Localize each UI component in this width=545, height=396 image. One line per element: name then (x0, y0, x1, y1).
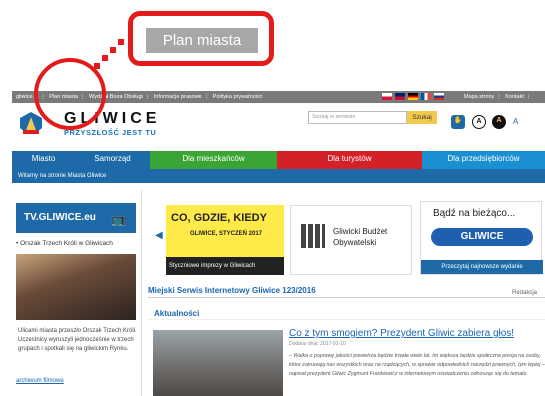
banner-newsletter[interactable]: Bądź na bieżąco... GLIWICE Przeczytaj na… (420, 201, 543, 275)
tab-dla-przedsiebiorcow[interactable]: Dla przedsiębiorców (422, 151, 545, 169)
news-date: Dodano dnia: 2017-01-10 (289, 341, 346, 347)
tab-miasto[interactable]: Miasto (12, 151, 75, 169)
fr-flag-icon[interactable] (421, 93, 431, 100)
sidebar-video-link[interactable]: • Orszak Trzech Króli w Gliwicach (16, 240, 140, 247)
search-button[interactable]: Szukaj (407, 111, 437, 124)
carousel-prev-icon[interactable]: ◀ (155, 230, 163, 241)
banner-newsletter-pill: GLIWICE (431, 228, 533, 246)
sign-language-icon[interactable]: ✋ (451, 115, 465, 129)
topbar-link-kontakt[interactable]: Kontakt (501, 91, 528, 103)
contrast-high-button[interactable]: A (492, 115, 506, 129)
banner-events-caption: Styczniowe imprezy w Gliwicach (166, 257, 284, 275)
divider (148, 297, 545, 298)
tv-title: TV.GLIWICE.eu (24, 212, 96, 223)
banner-events-title: CO, GDZIE, KIEDY (171, 212, 267, 224)
banner-events-subtitle: GLIWICE, STYCZEŃ 2017 (190, 231, 263, 237)
banner-budget-title: Gliwicki Budżet Obywatelski (333, 227, 388, 247)
callout-dot (118, 39, 124, 45)
banner-events[interactable]: CO, GDZIE, KIEDY GLIWICE, STYCZEŃ 2017 S… (166, 205, 284, 275)
sidebar-video-description: Ulicami miasta przeszło Orszak Trzech Kr… (18, 328, 137, 352)
news-thumbnail[interactable] (153, 330, 283, 396)
main-navigation: Miasto Samorząd Dla mieszkańców Dla tury… (12, 151, 545, 169)
search-input[interactable]: Szukaj w serwisie (308, 111, 407, 124)
topbar-link-mapa[interactable]: Mapa strony (460, 91, 498, 103)
banner-newsletter-caption: Przeczytaj najnowsze wydanie (421, 260, 543, 274)
divider (148, 319, 545, 320)
topbar-link-polityka[interactable]: Polityka prywatności (209, 91, 267, 103)
language-flags (382, 91, 447, 103)
tv-icon: 📺 (111, 212, 126, 226)
font-size-button[interactable]: A (513, 117, 518, 126)
tab-dla-turystow[interactable]: Dla turystów (277, 151, 422, 169)
banner-budget[interactable]: Gliwicki Budżet Obywatelski (290, 205, 412, 275)
tab-dla-mieszkancow[interactable]: Dla mieszkańców (150, 151, 277, 169)
callout-dot (102, 55, 108, 61)
news-title-link[interactable]: Co z tym smogiem? Prezydent Gliwic zabie… (289, 328, 514, 339)
tv-gliwice-box[interactable]: TV.GLIWICE.eu 📺 (16, 203, 136, 233)
news-heading: Aktualności (154, 309, 200, 318)
topbar-link-bip[interactable]: BIP (460, 103, 477, 115)
welcome-bar: Witamy na stronie Miasta Gliwice (12, 169, 545, 183)
sidebar-video-label: Orszak Trzech Króli w Gliwicach (20, 240, 113, 247)
topbar-link-prasowe[interactable]: Informacje prasowe (150, 91, 206, 103)
tab-samorzad[interactable]: Samorząd (75, 151, 150, 169)
zoom-callout-label: Plan miasta (146, 28, 258, 53)
contrast-normal-button[interactable]: A (472, 115, 486, 129)
callout-dot (94, 63, 100, 69)
news-excerpt: – Walka o poprawę jakości powietrza będz… (289, 353, 545, 377)
sidebar-video-thumbnail[interactable] (16, 254, 136, 320)
banner-newsletter-title: Bądź na bieżąco... (433, 208, 516, 219)
section-title: Miejski Serwis Internetowy Gliwice 123/2… (148, 286, 316, 295)
site-logo-subtitle: PRZYSZŁOŚĆ JEST TU (64, 128, 157, 137)
gb-flag-icon[interactable] (395, 93, 405, 100)
callout-dot (110, 47, 116, 53)
budget-cube-icon (301, 224, 325, 248)
archive-link[interactable]: archiwum filmowe (16, 378, 64, 384)
redakcja-link[interactable]: Redakcja (512, 290, 537, 296)
ru-flag-icon[interactable] (434, 93, 444, 100)
de-flag-icon[interactable] (408, 93, 418, 100)
pl-flag-icon[interactable] (382, 93, 392, 100)
